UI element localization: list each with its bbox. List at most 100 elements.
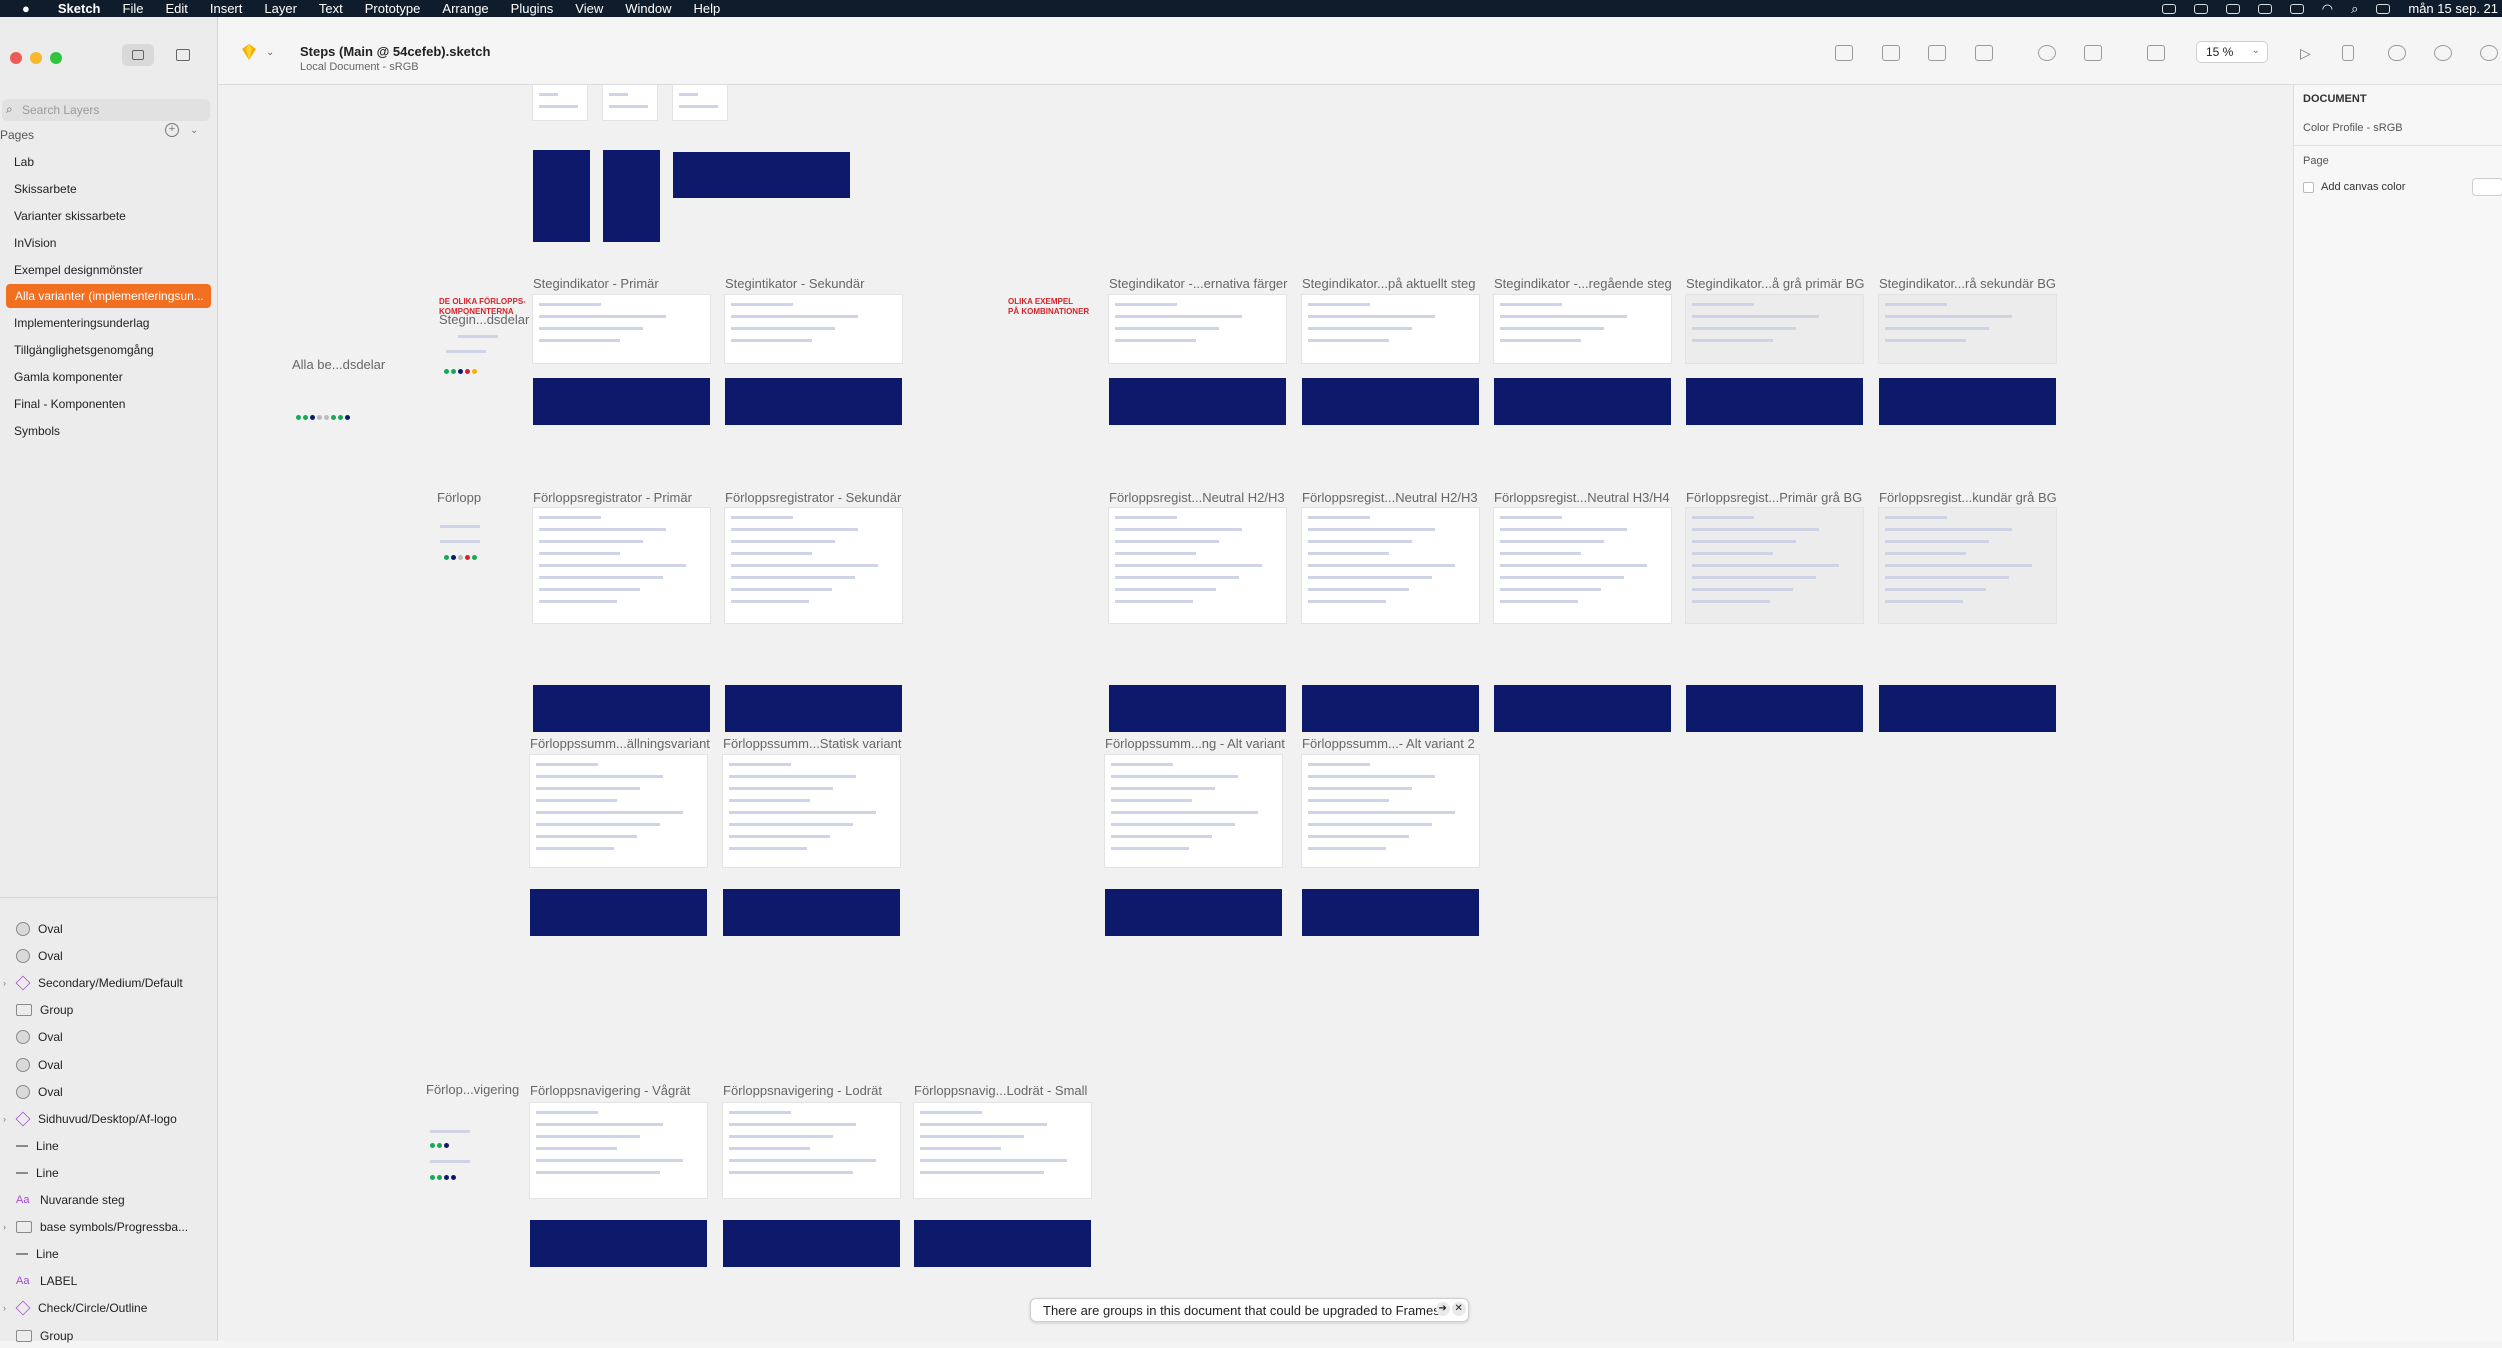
artboard-footer[interactable] (1879, 378, 2056, 425)
artboard-footer[interactable] (1109, 685, 1286, 732)
artboard[interactable] (1109, 508, 1286, 623)
artboard[interactable] (1302, 755, 1479, 867)
layer-row[interactable]: Oval (0, 1080, 212, 1104)
layer-row[interactable]: Group (0, 1324, 212, 1348)
layer-row[interactable]: › Check/Circle/Outline (0, 1296, 212, 1320)
chevron-right-icon[interactable]: › (3, 1114, 6, 1124)
menu-layer[interactable]: Layer (264, 1, 297, 16)
artboard[interactable] (1494, 508, 1671, 623)
layer-row[interactable]: Aa Nuvarande steg (0, 1188, 212, 1212)
menu-text[interactable]: Text (319, 1, 343, 16)
page-item[interactable]: Varianter skissarbete (0, 204, 212, 228)
artboard-footer[interactable] (1109, 378, 1286, 425)
zoom-window-button[interactable] (50, 52, 62, 64)
artboard-footer[interactable] (1494, 378, 1671, 425)
page-item[interactable]: Implementeringsunderlag (0, 311, 212, 335)
group-label[interactable]: Förlop...vigering (426, 1082, 519, 1097)
menu-plugins[interactable]: Plugins (511, 1, 554, 16)
menu-app[interactable]: Sketch (58, 1, 101, 16)
layer-row[interactable]: Aa LABEL (0, 1269, 212, 1293)
layer-row[interactable]: › Secondary/Medium/Default (0, 971, 212, 995)
layer-row[interactable]: › base symbols/Progressba... (0, 1215, 212, 1239)
page-item[interactable]: Symbols (0, 419, 212, 443)
page-item[interactable]: Skissarbete (0, 177, 212, 201)
artboard[interactable] (533, 295, 710, 363)
artboard-title[interactable]: Förloppsregist...Neutral H2/H3 (1109, 490, 1285, 505)
artboard[interactable] (1686, 508, 1863, 623)
artboard[interactable] (530, 1103, 707, 1198)
artboard-footer[interactable] (1302, 378, 1479, 425)
canvas[interactable]: Stegindikator - Primär Stegintikator - Se… (218, 85, 2293, 1341)
status-icon[interactable] (2161, 3, 2176, 14)
page-item[interactable]: Tillgänglighetsgenomgång (0, 338, 212, 362)
wifi-icon[interactable]: ◠ (2322, 1, 2333, 17)
mask-icon[interactable] (2038, 45, 2056, 61)
artboard-title[interactable]: Förloppssumm...ng - Alt variant (1105, 736, 1285, 751)
page-item[interactable]: Final - Komponenten (0, 392, 212, 416)
insert-icon[interactable] (1835, 45, 1853, 61)
artboard[interactable] (723, 755, 900, 867)
menu-window[interactable]: Window (625, 1, 671, 16)
search-icon[interactable]: ⌕ (2351, 1, 2358, 17)
add-page-icon[interactable]: + (165, 123, 179, 137)
artboard-footer[interactable] (1302, 889, 1479, 936)
menu-file[interactable]: File (123, 1, 144, 16)
layer-row[interactable]: Line (0, 1134, 212, 1158)
components-grid-icon[interactable] (176, 49, 190, 61)
artboard[interactable] (533, 85, 587, 120)
chevron-right-icon[interactable]: › (3, 978, 6, 988)
artboard-title[interactable]: Förloppsnavigering - Vågrät (530, 1083, 690, 1098)
status-icon[interactable] (2225, 3, 2240, 14)
artboard[interactable] (1879, 508, 2056, 623)
artboard[interactable] (725, 295, 902, 363)
comments-icon[interactable] (2388, 45, 2406, 61)
zoom-select[interactable]: 15 % ⌄ (2196, 41, 2268, 63)
layers-view-toggle[interactable] (122, 44, 154, 66)
artboard-footer[interactable] (725, 378, 902, 425)
search-layers-field[interactable]: ⌕ Search Layers (2, 99, 210, 121)
artboard[interactable] (603, 85, 657, 120)
apple-icon[interactable]: ● (22, 1, 30, 16)
minimize-window-button[interactable] (30, 52, 42, 64)
artboard-title[interactable]: Stegintikator - Sekundär (725, 276, 864, 291)
control-center-icon[interactable] (2376, 3, 2391, 14)
menu-insert[interactable]: Insert (210, 1, 243, 16)
mirror-icon[interactable] (2342, 45, 2354, 61)
artboard-title[interactable]: Stegindikator...rå sekundär BG (1879, 276, 2056, 291)
layer-row[interactable]: Group (0, 998, 212, 1022)
artboard-footer[interactable] (1879, 685, 2056, 732)
canvas-color-swatch[interactable] (2472, 178, 2502, 196)
artboard-title[interactable]: Förloppsnavig...Lodrät - Small (914, 1083, 1087, 1098)
export-icon[interactable] (1882, 45, 1900, 61)
chevron-right-icon[interactable]: › (3, 1303, 6, 1313)
group-label[interactable]: Alla be...dsdelar (292, 357, 385, 372)
page-item[interactable]: Exempel designmönster (0, 258, 212, 282)
artboard-mobile[interactable] (603, 150, 660, 242)
color-profile-label[interactable]: Color Profile - sRGB (2303, 122, 2403, 134)
page-item[interactable]: InVision (0, 231, 212, 255)
share-icon[interactable] (2434, 45, 2452, 61)
artboard-footer[interactable] (1686, 378, 1863, 425)
layer-row[interactable]: Oval (0, 1053, 212, 1077)
artboard-footer[interactable] (1686, 685, 1863, 732)
menu-prototype[interactable]: Prototype (365, 1, 421, 16)
artboard-footer[interactable] (530, 1220, 707, 1267)
artboard-mobile[interactable] (533, 150, 590, 242)
layer-row[interactable]: Oval (0, 917, 212, 941)
create-symbol-icon[interactable] (1928, 45, 1946, 61)
menu-edit[interactable]: Edit (165, 1, 187, 16)
artboard-title[interactable]: Förloppssumm...Statisk variant (723, 736, 901, 751)
artboard-footer[interactable] (533, 685, 710, 732)
artboard-footer[interactable] (725, 685, 902, 732)
close-window-button[interactable] (10, 52, 22, 64)
menu-help[interactable]: Help (694, 1, 721, 16)
page-item[interactable]: Lab (0, 150, 212, 174)
artboard-title[interactable]: Förloppssumm...ällningsvariant (530, 736, 710, 751)
artboard-title[interactable]: Förloppsregistrator - Primär (533, 490, 692, 505)
artboard-title[interactable]: Förloppssumm...- Alt variant 2 (1302, 736, 1475, 751)
boolean-icon[interactable] (2147, 45, 2165, 61)
artboard-title[interactable]: Förloppsregist...Neutral H3/H4 (1494, 490, 1670, 505)
artboard-title[interactable]: Förloppsregist...Primär grå BG (1686, 490, 1862, 505)
artboard-footer[interactable] (673, 152, 850, 198)
artboard[interactable] (673, 85, 727, 120)
